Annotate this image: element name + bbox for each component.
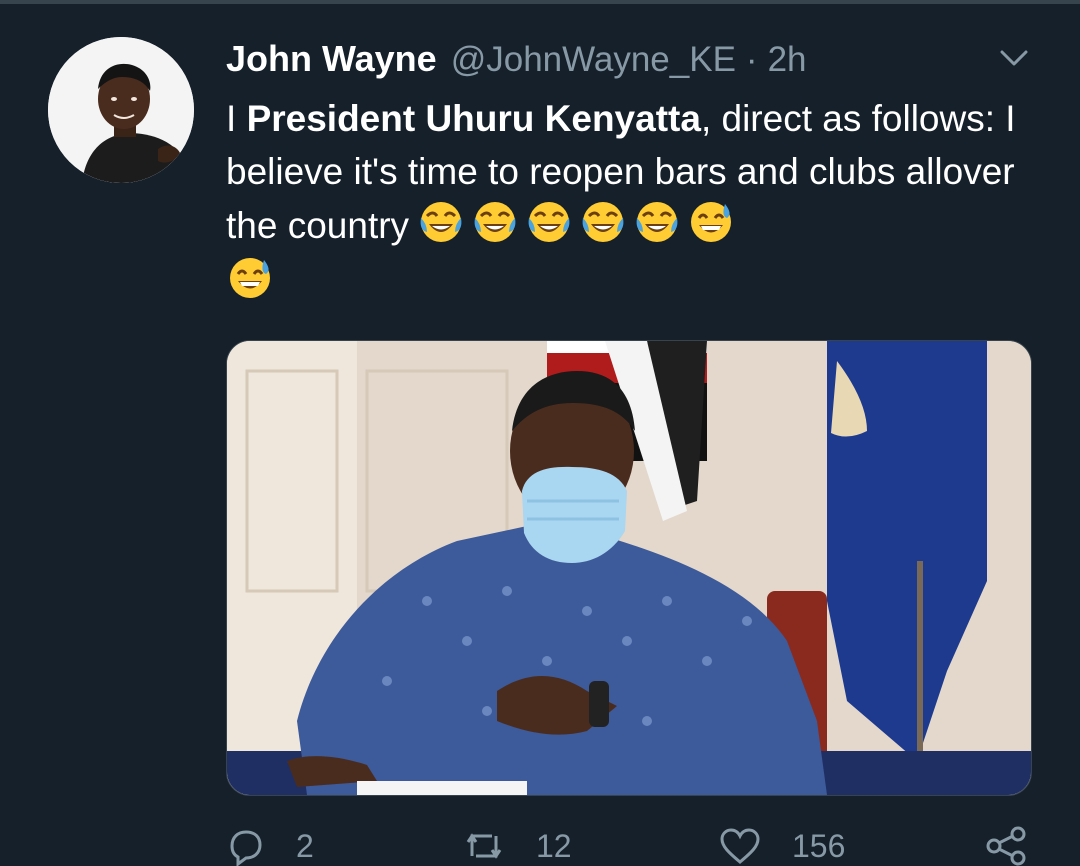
share-button[interactable] — [984, 826, 1028, 866]
grinning-face-with-sweat-icon — [691, 202, 732, 242]
action-bar: 2 12 156 — [226, 826, 1046, 866]
tweet-photo[interactable] — [226, 340, 1032, 796]
share-icon — [986, 826, 1026, 866]
tweet-text: I President Uhuru Kenyatta, direct as fo… — [226, 92, 1036, 316]
user-handle[interactable]: @JohnWayne_KE — [451, 40, 736, 80]
separator-dot: · — [745, 40, 758, 79]
retweet-count: 12 — [536, 827, 572, 864]
reply-icon — [230, 830, 262, 866]
emoji-row — [417, 198, 735, 246]
photo-scene — [227, 341, 1031, 795]
tweet-header: John Wayne @JohnWayne_KE · 2h — [226, 38, 807, 82]
tweet-text-prefix: I — [226, 98, 247, 139]
face-with-tears-of-joy-icon — [474, 202, 516, 242]
avatar-image — [48, 37, 194, 183]
chevron-down-icon[interactable] — [994, 44, 1034, 74]
tweet-card[interactable]: John Wayne @JohnWayne_KE · 2h I Presiden… — [0, 4, 1080, 866]
display-name[interactable]: John Wayne — [226, 38, 437, 80]
face-with-tears-of-joy-icon — [582, 202, 624, 242]
retweet-icon — [466, 833, 502, 859]
like-count: 156 — [792, 827, 846, 864]
heart-icon — [720, 828, 760, 864]
tweet-text-bold: President Uhuru Kenyatta — [246, 98, 701, 139]
face-with-tears-of-joy-icon — [636, 202, 678, 242]
reply-count: 2 — [296, 827, 314, 864]
grinning-face-with-sweat-icon — [230, 258, 270, 298]
emoji-row-2 — [226, 254, 1036, 316]
face-with-tears-of-joy-icon — [420, 202, 462, 242]
face-with-tears-of-joy-icon — [528, 202, 570, 242]
timestamp[interactable]: 2h — [768, 40, 807, 80]
avatar[interactable] — [48, 37, 194, 183]
retweet-button[interactable]: 12 — [462, 826, 572, 866]
reply-button[interactable]: 2 — [226, 826, 314, 866]
like-button[interactable]: 156 — [718, 826, 845, 866]
